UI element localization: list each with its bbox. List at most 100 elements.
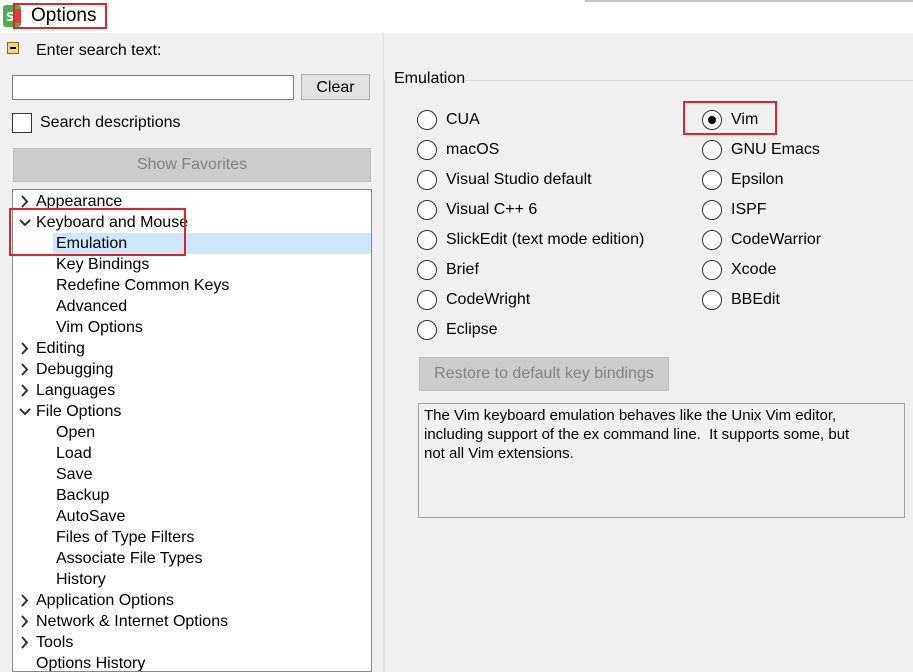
emulation-option[interactable]: SlickEdit (text mode edition): [417, 230, 677, 252]
radio-button[interactable]: [702, 140, 722, 160]
tree-item[interactable]: Application Options: [13, 590, 371, 611]
radio-label: macOS: [446, 141, 500, 158]
radio-label: Xcode: [731, 261, 777, 278]
tree-item-label: Vim Options: [56, 319, 143, 336]
tree-item-label: Advanced: [56, 298, 128, 315]
tree-item-label: Application Options: [36, 592, 174, 609]
radio-button[interactable]: [417, 290, 437, 310]
tree-item[interactable]: Editing: [13, 338, 371, 359]
tree-item[interactable]: Debugging: [13, 359, 371, 380]
radio-button[interactable]: [702, 260, 722, 280]
radio-button[interactable]: [417, 200, 437, 220]
radio-label: SlickEdit (text mode edition): [446, 231, 645, 248]
tree-item[interactable]: Load: [13, 443, 371, 464]
search-input[interactable]: [12, 75, 294, 100]
radio-button[interactable]: [702, 200, 722, 220]
radio-button[interactable]: [702, 230, 722, 250]
emulation-option[interactable]: CUA: [417, 110, 677, 132]
tree-item[interactable]: Backup: [13, 485, 371, 506]
radio-label: GNU Emacs: [731, 141, 820, 158]
tree-item-label: Backup: [56, 487, 110, 504]
tree-item-label: Save: [56, 466, 93, 483]
chevron-down-icon[interactable]: [18, 401, 32, 422]
vim-highlight-box: [683, 101, 777, 135]
radio-button[interactable]: [417, 110, 437, 130]
options-tree[interactable]: Appearance Keyboard and Mouse Emulation Key…: [12, 189, 372, 672]
emulation-option[interactable]: Eclipse: [417, 320, 677, 342]
collapse-search-icon[interactable]: [7, 42, 19, 54]
tree-item[interactable]: Network & Internet Options: [13, 611, 371, 632]
tree-item[interactable]: Advanced: [13, 296, 371, 317]
search-descriptions-checkbox[interactable]: [12, 113, 32, 133]
keyboard-emulation-highlight-box: [9, 208, 186, 256]
emulation-description: The Vim keyboard emulation behaves like …: [418, 403, 905, 518]
radio-label: ISPF: [731, 201, 767, 218]
tree-item[interactable]: History: [13, 569, 371, 590]
radio-button[interactable]: [702, 170, 722, 190]
tree-item[interactable]: Redefine Common Keys: [13, 275, 371, 296]
emulation-option[interactable]: CodeWarrior: [702, 230, 913, 252]
window-title: Options: [31, 5, 97, 26]
tree-item[interactable]: AutoSave: [13, 506, 371, 527]
emulation-option[interactable]: Epsilon: [702, 170, 913, 192]
tree-item[interactable]: Key Bindings: [13, 254, 371, 275]
tree-item[interactable]: Vim Options: [13, 317, 371, 338]
title-bar: S Options: [0, 0, 913, 33]
tree-item-label: Languages: [36, 382, 116, 399]
tree-item[interactable]: File Options: [13, 401, 371, 422]
radio-label: Eclipse: [446, 321, 498, 338]
chevron-right-icon[interactable]: [18, 380, 32, 401]
emulation-option[interactable]: Visual C++ 6: [417, 200, 677, 222]
chevron-right-icon[interactable]: [18, 611, 32, 632]
radio-label: CUA: [446, 111, 480, 128]
tree-item[interactable]: Save: [13, 464, 371, 485]
group-border-left: [384, 80, 385, 672]
search-label: Enter search text:: [36, 42, 162, 59]
tree-item[interactable]: Open: [13, 422, 371, 443]
tree-item[interactable]: Options History: [13, 653, 371, 672]
radio-label: Epsilon: [731, 171, 784, 188]
restore-default-bindings-button[interactable]: Restore to default key bindings: [419, 357, 669, 391]
tree-item-label: Redefine Common Keys: [56, 277, 230, 294]
tree-item[interactable]: Tools: [13, 632, 371, 653]
search-descriptions-label[interactable]: Search descriptions: [40, 114, 181, 132]
tree-item-label: AutoSave: [56, 508, 126, 525]
radio-button[interactable]: [417, 140, 437, 160]
show-favorites-button[interactable]: Show Favorites: [13, 148, 371, 182]
radio-label: Brief: [446, 261, 479, 278]
chevron-right-icon[interactable]: [18, 590, 32, 611]
tree-item-label: Key Bindings: [56, 256, 150, 273]
tree-item-label: Tools: [36, 634, 74, 651]
tree-item-label: File Options: [36, 403, 122, 420]
radio-button[interactable]: [417, 230, 437, 250]
radio-label: BBEdit: [731, 291, 780, 308]
tree-item[interactable]: Files of Type Filters: [13, 527, 371, 548]
emulation-option[interactable]: CodeWright: [417, 290, 677, 312]
tree-item[interactable]: Languages: [13, 380, 371, 401]
radio-label: CodeWarrior: [731, 231, 822, 248]
emulation-option[interactable]: ISPF: [702, 200, 913, 222]
radio-button[interactable]: [417, 170, 437, 190]
tree-item-label: Files of Type Filters: [56, 529, 195, 546]
tree-item-label: Network & Internet Options: [36, 613, 229, 630]
radio-button[interactable]: [417, 260, 437, 280]
chevron-right-icon[interactable]: [18, 359, 32, 380]
emulation-option[interactable]: BBEdit: [702, 290, 913, 312]
emulation-option[interactable]: Brief: [417, 260, 677, 282]
radio-button[interactable]: [702, 290, 722, 310]
emulation-option[interactable]: GNU Emacs: [702, 140, 913, 162]
clear-button[interactable]: Clear: [301, 74, 370, 100]
options-navigation-panel: Enter search text: Clear Search descript…: [0, 33, 383, 672]
emulation-option[interactable]: macOS: [417, 140, 677, 162]
emulation-group-label: Emulation: [394, 70, 466, 87]
chevron-right-icon[interactable]: [18, 632, 32, 653]
radio-button[interactable]: [417, 320, 437, 340]
emulation-option[interactable]: Visual Studio default: [417, 170, 677, 192]
group-border-top: [464, 80, 913, 81]
tree-item[interactable]: Associate File Types: [13, 548, 371, 569]
emulation-settings-panel: Emulation CUA macOS Visual Studio default V…: [384, 33, 913, 672]
tree-item-label: Open: [56, 424, 96, 441]
emulation-option[interactable]: Xcode: [702, 260, 913, 282]
tree-item-label: Options History: [36, 655, 146, 672]
chevron-right-icon[interactable]: [18, 338, 32, 359]
